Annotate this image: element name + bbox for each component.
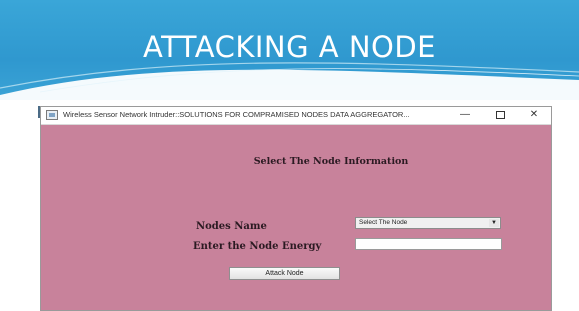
node-select-value: Select The Node xyxy=(359,219,408,226)
window-title: Wireless Sensor Network Intruder::SOLUTI… xyxy=(63,110,410,119)
slide-title: ATTACKING A NODE xyxy=(142,30,436,64)
node-energy-label: Enter the Node Energy xyxy=(193,241,322,252)
close-button[interactable]: ✕ xyxy=(523,108,545,122)
app-icon xyxy=(46,110,58,120)
attack-node-button[interactable]: Attack Node xyxy=(229,267,340,280)
form-heading: Select The Node Information xyxy=(253,156,409,167)
maximize-button[interactable] xyxy=(489,108,511,122)
node-select-dropdown[interactable]: Select The Node ▼ xyxy=(355,217,501,229)
node-energy-input[interactable] xyxy=(355,238,502,250)
window-titlebar[interactable]: Wireless Sensor Network Intruder::SOLUTI… xyxy=(41,107,551,125)
minimize-button[interactable]: — xyxy=(454,108,476,122)
chevron-down-icon[interactable]: ▼ xyxy=(489,219,499,227)
app-window: Wireless Sensor Network Intruder::SOLUTI… xyxy=(40,106,552,311)
nodes-name-label: Nodes Name xyxy=(196,221,267,232)
slide-header: ATTACKING A NODE xyxy=(0,0,579,100)
maximize-icon xyxy=(495,111,505,119)
